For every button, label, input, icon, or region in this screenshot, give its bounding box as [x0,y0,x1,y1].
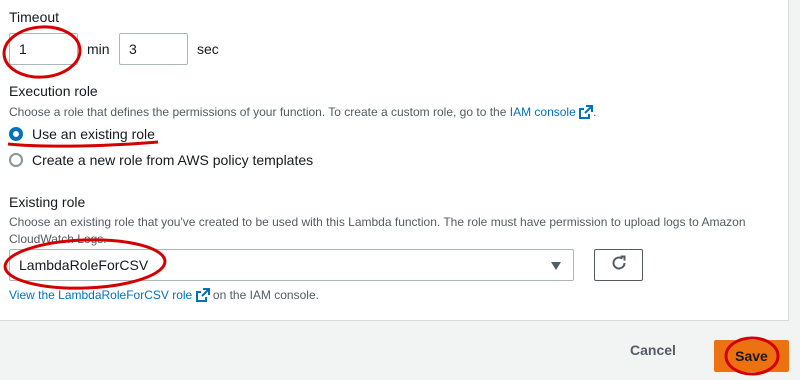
execution-role-description: Choose a role that defines the permissio… [9,104,779,124]
external-link-icon [195,288,210,307]
view-role-line: View the LambdaRoleForCSV role on the IA… [9,287,509,307]
radio-use-existing-role-label: Use an existing role [32,126,155,142]
timeout-minutes-input[interactable]: 1 [9,33,78,65]
view-role-suffix: on the IAM console. [209,288,319,302]
view-role-link[interactable]: View the LambdaRoleForCSV role [9,288,192,302]
execution-role-description-end: . [593,105,597,119]
radio-use-existing-role[interactable]: Use an existing role [9,126,155,142]
minutes-unit-label: min [87,41,110,57]
execution-role-description-text: Choose a role that defines the permissio… [9,105,510,119]
existing-role-label: Existing role [9,194,86,210]
timeout-seconds-input[interactable]: 3 [119,33,188,65]
radio-checked-icon[interactable] [9,127,23,141]
radio-create-new-role[interactable]: Create a new role from AWS policy templa… [9,152,313,168]
existing-role-description: Choose an existing role that you've crea… [9,215,746,246]
existing-role-select[interactable]: LambdaRoleForCSV [9,249,574,281]
save-button[interactable]: Save [714,340,789,372]
refresh-roles-button[interactable] [594,249,643,281]
refresh-icon [610,254,628,277]
iam-console-link[interactable]: IAM console [510,105,576,119]
basic-settings-panel: Timeout 1 min 3 sec Execution role Choos… [0,0,789,321]
cancel-button[interactable]: Cancel [630,342,676,358]
execution-role-label: Execution role [9,83,98,99]
caret-down-icon [551,262,561,270]
external-link-icon [579,105,594,124]
timeout-label: Timeout [9,9,60,25]
existing-role-select-value: LambdaRoleForCSV [19,257,149,273]
radio-create-new-role-label: Create a new role from AWS policy templa… [32,152,314,168]
radio-unchecked-icon[interactable] [9,153,23,167]
seconds-unit-label: sec [197,41,219,57]
